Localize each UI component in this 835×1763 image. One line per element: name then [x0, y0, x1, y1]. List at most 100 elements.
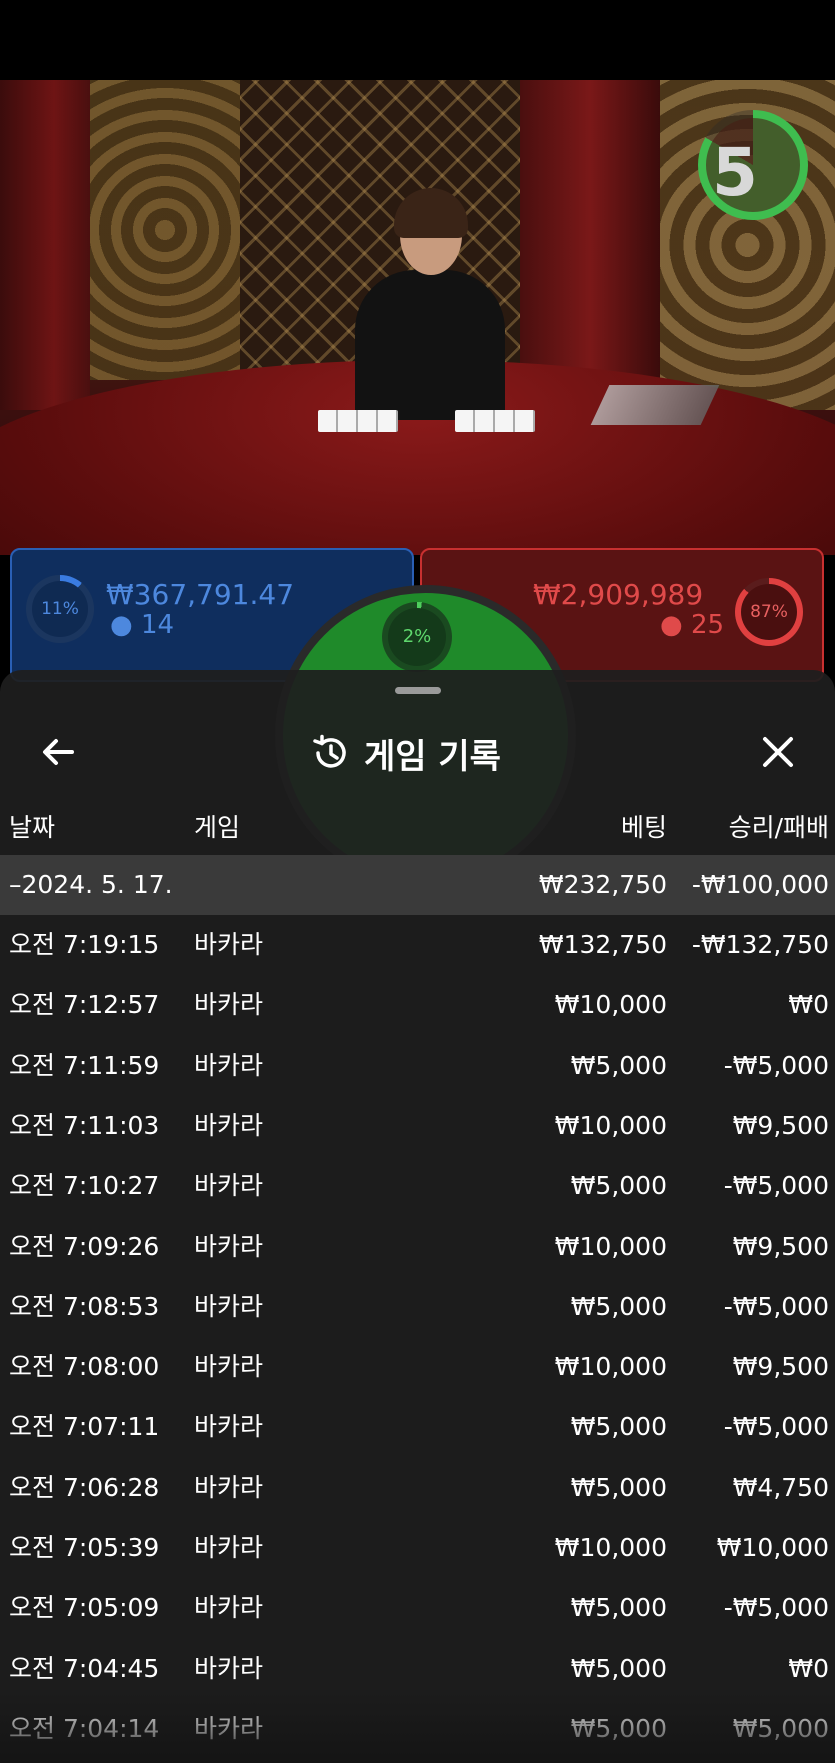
row-game: 바카라 [194, 1050, 264, 1080]
banker-bet-count-value: 25 [690, 610, 725, 640]
banker-bet-amount: ₩2,909,989 [533, 578, 704, 611]
col-date: 날짜 [9, 813, 56, 842]
history-row[interactable]: 오전 7:11:03 바카라 ₩10,000 ₩9,500 [0, 1096, 835, 1156]
sheet-title-group: 게임 기록 [310, 730, 501, 777]
player-bet-amount: ₩367,791.47 [106, 578, 295, 611]
row-time: 오전 7:08:00 [9, 1352, 160, 1382]
banker-cards [455, 410, 535, 432]
history-row[interactable]: 오전 7:07:11 바카라 ₩5,000 -₩5,000 [0, 1397, 835, 1457]
row-time: 오전 7:06:28 [9, 1472, 160, 1502]
row-bet: ₩10,000 [554, 990, 667, 1020]
close-icon [763, 737, 793, 767]
arrow-left-icon [43, 739, 74, 765]
history-row[interactable]: 오전 7:19:15 바카라 ₩132,750 -₩132,750 [0, 915, 835, 975]
row-game: 바카라 [194, 1533, 264, 1562]
countdown-number: 5 [712, 134, 758, 211]
banker-bet-ring: 87% [735, 578, 803, 646]
row-bet: ₩5,000 [570, 1050, 667, 1080]
row-bet: ₩5,000 [570, 1412, 667, 1442]
history-row[interactable]: 오전 7:06:28 바카라 ₩5,000 ₩4,750 [0, 1458, 835, 1518]
player-bet-count-value: 14 [140, 610, 175, 640]
history-row[interactable]: 오전 7:05:39 바카라 ₩10,000 ₩10,000 [0, 1518, 835, 1578]
history-row[interactable]: 오전 7:09:26 바카라 ₩10,000 ₩9,500 [0, 1217, 835, 1277]
tie-bet-ring: 2% [382, 602, 452, 672]
history-row[interactable]: 오전 7:12:57 바카라 ₩10,000 ₩0 [0, 975, 835, 1035]
row-bet: ₩10,000 [554, 1352, 667, 1382]
row-game: 바카라 [194, 1593, 264, 1623]
history-row[interactable]: 오전 7:08:53 바카라 ₩5,000 -₩5,000 [0, 1277, 835, 1337]
player-bet-ring: 11% [26, 575, 94, 643]
row-time: 오전 7:05:09 [9, 1593, 160, 1623]
row-game: 바카라 [194, 930, 264, 959]
row-result: -₩5,000 [723, 1050, 829, 1080]
row-bet: ₩5,000 [570, 1291, 667, 1321]
history-row[interactable]: 오전 7:05:09 바카라 ₩5,000 -₩5,000 [0, 1578, 835, 1638]
row-game: 바카라 [194, 1231, 264, 1261]
row-bet: ₩5,000 [570, 1472, 667, 1502]
player-bet-count: ● 14 [110, 610, 174, 640]
banker-bet-pct: 87% [750, 602, 788, 622]
history-icon [313, 734, 346, 768]
person-icon: ● [660, 610, 683, 640]
row-bet: ₩5,000 [570, 1593, 667, 1623]
card-shoe [590, 385, 720, 425]
row-result: -₩5,000 [723, 1412, 829, 1442]
person-icon: ● [110, 610, 133, 640]
row-time: 오전 7:11:03 [9, 1110, 160, 1140]
top-bar [0, 0, 835, 80]
drag-handle[interactable] [395, 687, 441, 694]
decor-panel-left [90, 80, 240, 380]
bottom-fade [0, 1690, 835, 1763]
row-bet: ₩10,000 [554, 1533, 667, 1562]
game-history-sheet: 게임 기록 날짜 게임 베팅 승리/패배 –2024. 5. 17. ₩232,… [0, 670, 835, 1763]
tie-bet-pct: 2% [402, 626, 432, 647]
row-result: ₩9,500 [732, 1110, 829, 1140]
row-time: 오전 7:10:27 [9, 1171, 160, 1201]
row-result: -₩132,750 [691, 930, 829, 959]
row-result: ₩9,500 [732, 1231, 829, 1261]
row-game: 바카라 [194, 1412, 264, 1442]
row-time: 오전 7:07:11 [9, 1412, 160, 1442]
row-bet: ₩5,000 [570, 1171, 667, 1201]
row-game: 바카라 [194, 1291, 264, 1321]
row-time: 오전 7:12:57 [9, 990, 160, 1020]
row-bet: ₩10,000 [554, 1231, 667, 1261]
row-result: ₩4,750 [732, 1472, 829, 1502]
row-time: 오전 7:19:15 [9, 930, 160, 959]
row-result: -₩5,000 [723, 1593, 829, 1623]
row-result: -₩5,000 [723, 1171, 829, 1201]
row-game: 바카라 [194, 1171, 264, 1201]
row-result: ₩0 [788, 990, 829, 1020]
sheet-title: 게임 기록 [364, 736, 501, 777]
history-row[interactable]: 오전 7:10:27 바카라 ₩5,000 -₩5,000 [0, 1156, 835, 1216]
date-group-result: -₩100,000 [691, 870, 829, 899]
row-time: 오전 7:05:39 [9, 1533, 160, 1562]
row-game: 바카라 [194, 1110, 264, 1140]
back-button[interactable] [38, 732, 78, 772]
col-result: 승리/패배 [728, 813, 829, 842]
sheet-header: 게임 기록 [0, 710, 835, 800]
col-game: 게임 [194, 813, 241, 842]
dealer-body [355, 270, 505, 420]
date-group-bet: ₩232,750 [538, 870, 667, 899]
row-result: -₩5,000 [723, 1291, 829, 1321]
row-bet: ₩10,000 [554, 1110, 667, 1140]
banker-bet-count: ● 25 [660, 610, 724, 640]
date-group-date: –2024. 5. 17. [9, 870, 173, 899]
table-header: 날짜 게임 베팅 승리/패배 [0, 808, 835, 848]
row-game: 바카라 [194, 1472, 264, 1502]
row-result: ₩10,000 [716, 1533, 829, 1562]
player-bet-pct: 11% [41, 599, 79, 619]
row-time: 오전 7:09:26 [9, 1231, 160, 1261]
close-button[interactable] [758, 732, 798, 772]
player-cards [318, 410, 398, 432]
history-row[interactable]: 오전 7:11:59 바카라 ₩5,000 -₩5,000 [0, 1036, 835, 1096]
row-time: 오전 7:08:53 [9, 1291, 160, 1321]
row-bet: ₩132,750 [538, 930, 667, 959]
row-game: 바카라 [194, 1352, 264, 1382]
col-bet: 베팅 [620, 813, 667, 842]
date-group-row[interactable]: –2024. 5. 17. ₩232,750 -₩100,000 [0, 855, 835, 915]
history-row[interactable]: 오전 7:08:00 바카라 ₩10,000 ₩9,500 [0, 1337, 835, 1397]
row-game: 바카라 [194, 990, 264, 1020]
curtain-left [0, 80, 90, 410]
